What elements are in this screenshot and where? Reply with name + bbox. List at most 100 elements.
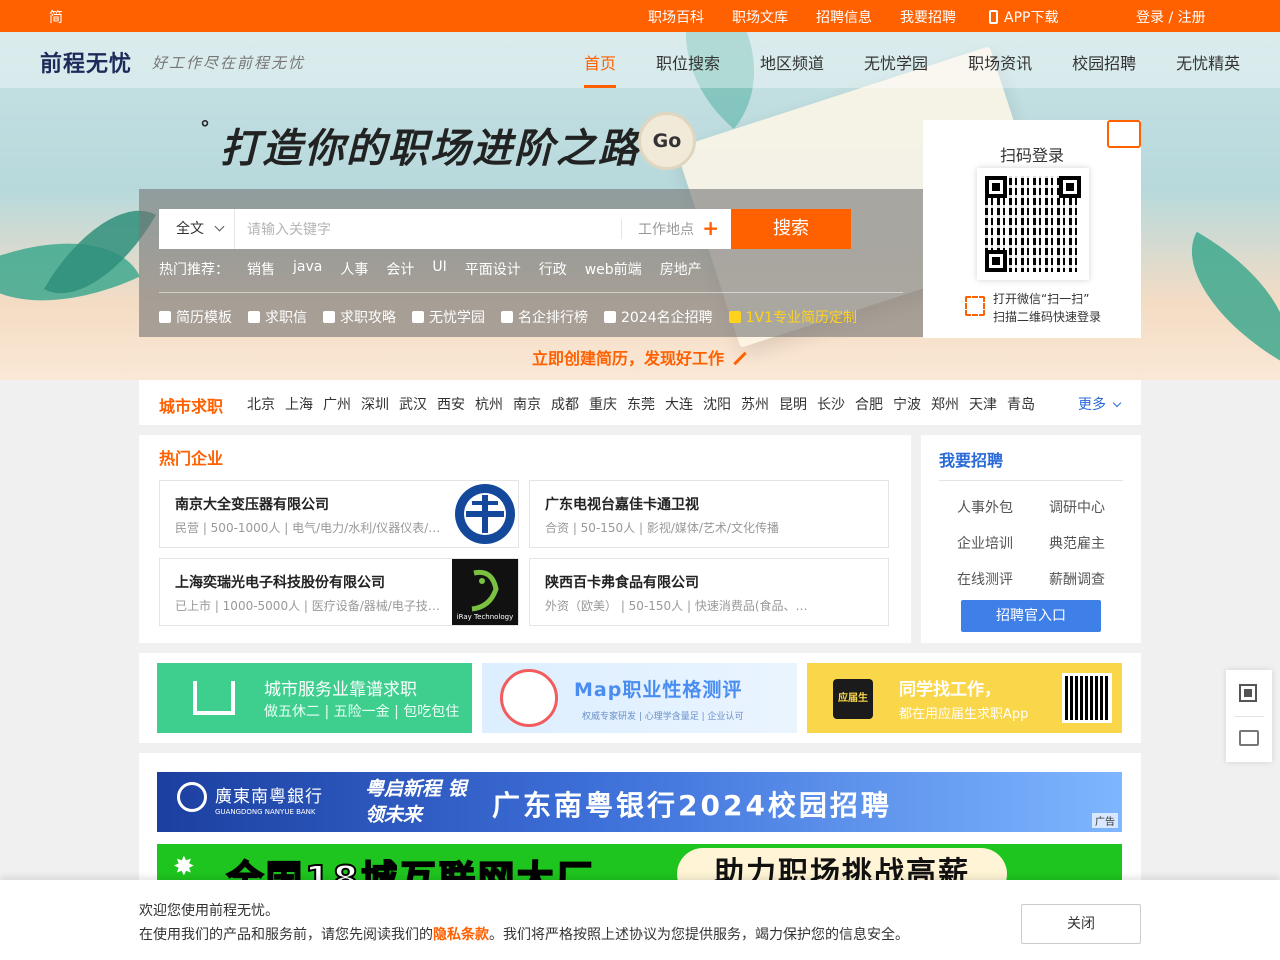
quick-link-resume-custom[interactable]: 1V1专业简历定制 [728, 307, 857, 327]
city-link[interactable]: 广州 [323, 394, 351, 414]
qr-code-icon[interactable] [1239, 684, 1257, 702]
quick-link-ranking[interactable]: 名企排行榜 [501, 307, 588, 327]
company-name: 上海奕瑞光电子科技股份有限公司 [175, 575, 385, 591]
ad-personality-test[interactable]: Map职业性格测评 权威专家研发 | 心理学含量足 | 企业认可 [482, 663, 797, 733]
company-card[interactable]: 南京大全变压器有限公司 民营 | 500-1000人 | 电气/电力/水利/仪器… [159, 480, 519, 548]
hot-companies-section: 热门企业 南京大全变压器有限公司 民营 | 500-1000人 | 电气/电力/… [139, 435, 911, 643]
city-link[interactable]: 重庆 [589, 394, 617, 414]
close-privacy-button[interactable]: 关闭 [1021, 904, 1141, 944]
ad-tag: 广告 [1092, 813, 1118, 828]
recruit-link[interactable]: 企业培训 [957, 533, 1049, 553]
book-icon [323, 311, 335, 323]
recruiter-entry-button[interactable]: 招聘官入口 [961, 600, 1101, 632]
scan-icon [965, 296, 985, 316]
quick-link-cover-letter[interactable]: 求职信 [248, 307, 307, 327]
chat-icon[interactable] [1239, 730, 1259, 746]
graduate-app-logo: 应届生 [833, 679, 873, 719]
top-links: 职场百科 职场文库 招聘信息 我要招聘 [648, 7, 984, 27]
quick-link-job-guide[interactable]: 求职攻略 [323, 307, 396, 327]
recruit-link[interactable]: 调研中心 [1049, 497, 1117, 517]
city-link[interactable]: 合肥 [855, 394, 883, 414]
city-link[interactable]: 昆明 [779, 394, 807, 414]
hot-keyword[interactable]: 房地产 [660, 259, 702, 279]
hot-keyword[interactable]: 平面设计 [465, 259, 521, 279]
building-icon [193, 681, 235, 715]
search-button[interactable]: 搜索 [731, 209, 851, 249]
city-link[interactable]: 天津 [969, 394, 997, 414]
city-link[interactable]: 宁波 [893, 394, 921, 414]
ad-subtitle: 权威专家研发 | 心理学含量足 | 企业认可 [582, 712, 744, 722]
go-button[interactable]: Go [638, 112, 696, 170]
ad-service-jobs[interactable]: 城市服务业靠谱求职 做五休二 | 五险一金 | 包吃包住 [157, 663, 472, 733]
city-link[interactable]: 郑州 [931, 394, 959, 414]
company-card[interactable]: 广东电视台嘉佳卡通卫视 合资 | 50-150人 | 影视/媒体/艺术/文化传播 [529, 480, 889, 548]
city-link[interactable]: 西安 [437, 394, 465, 414]
city-link[interactable]: 大连 [665, 394, 693, 414]
city-link[interactable]: 长沙 [817, 394, 845, 414]
recruit-link[interactable]: 典范雇主 [1049, 533, 1117, 553]
logo-text: 前程无忧 [40, 52, 133, 77]
bank-campus-banner[interactable]: 廣東南粵銀行 GUANGDONG NANYUE BANK 粤启新程 银领未来 广… [157, 772, 1122, 832]
nav-job-search[interactable]: 职位搜索 [656, 50, 720, 74]
ad-graduate-app[interactable]: 应届生 同学找工作， 都在用应届生求职App [807, 663, 1122, 733]
nav-regions[interactable]: 地区频道 [760, 50, 824, 74]
nav-news[interactable]: 职场资讯 [968, 50, 1032, 74]
city-link[interactable]: 青岛 [1007, 394, 1035, 414]
city-link[interactable]: 成都 [551, 394, 579, 414]
city-link[interactable]: 东莞 [627, 394, 655, 414]
company-name: 南京大全变压器有限公司 [175, 497, 329, 513]
ad-subtitle: 做五休二 | 五险一金 | 包吃包住 [264, 704, 460, 720]
hot-keyword[interactable]: 人事 [340, 259, 368, 279]
search-category-select[interactable]: 全文 [159, 209, 235, 249]
recruit-link[interactable]: 人事外包 [957, 497, 1049, 517]
main-nav: 首页 职位搜索 地区频道 无忧学园 职场资讯 校园招聘 无忧精英 [584, 50, 1280, 88]
nav-home[interactable]: 首页 [584, 50, 617, 88]
hot-keyword[interactable]: UI [432, 259, 446, 279]
company-logo: iRay Technology [452, 559, 518, 625]
top-link-wenku[interactable]: 职场文库 [732, 7, 788, 27]
city-link[interactable]: 武汉 [399, 394, 427, 414]
city-link[interactable]: 沈阳 [703, 394, 731, 414]
more-cities-button[interactable]: 更多 [1078, 394, 1122, 414]
city-link[interactable]: 南京 [513, 394, 541, 414]
top-link-recruit[interactable]: 我要招聘 [900, 7, 956, 27]
company-logo [455, 484, 515, 544]
hot-keyword[interactable]: java [293, 259, 322, 279]
city-link[interactable]: 北京 [247, 394, 275, 414]
city-link[interactable]: 上海 [285, 394, 313, 414]
hot-keyword[interactable]: 会计 [386, 259, 414, 279]
medal-icon [501, 311, 513, 323]
company-card[interactable]: 上海奕瑞光电子科技股份有限公司 已上市 | 1000-5000人 | 医疗设备/… [159, 558, 519, 626]
login-register-link[interactable]: 登录 / 注册 [1136, 7, 1206, 27]
nav-academy[interactable]: 无忧学园 [864, 50, 928, 74]
nav-elite[interactable]: 无忧精英 [1176, 50, 1240, 74]
city-link[interactable]: 杭州 [475, 394, 503, 414]
company-desc: 已上市 | 1000-5000人 | 医疗设备/器械/电子技术/半导体 [175, 599, 445, 613]
quick-link-2024-recruit[interactable]: 2024名企招聘 [604, 307, 713, 327]
company-card[interactable]: 陕西百卡弗食品有限公司 外资（欧美） | 50-150人 | 快速消费品(食品、… [529, 558, 889, 626]
app-download-link[interactable]: APP下载 [989, 7, 1058, 27]
city-link[interactable]: 深圳 [361, 394, 389, 414]
top-link-jobs-info[interactable]: 招聘信息 [816, 7, 872, 27]
nav-campus[interactable]: 校园招聘 [1072, 50, 1136, 74]
quick-link-academy[interactable]: 无忧学园 [412, 307, 485, 327]
hot-keywords: 热门推荐： 销售 java 人事 会计 UI 平面设计 行政 web前端 房地产 [159, 259, 720, 279]
top-link-baike[interactable]: 职场百科 [648, 7, 704, 27]
quick-link-resume-template[interactable]: 简历模板 [159, 307, 232, 327]
hot-keyword[interactable]: 行政 [539, 259, 567, 279]
recruit-link[interactable]: 在线测评 [957, 569, 1049, 589]
language-toggle[interactable]: 简 [49, 7, 63, 27]
bank-name: 廣東南粵銀行 [215, 787, 323, 807]
create-resume-cta[interactable]: 立即创建简历，发现好工作 [0, 338, 1280, 380]
city-link[interactable]: 苏州 [741, 394, 769, 414]
privacy-terms-link[interactable]: 隐私条款 [433, 927, 489, 943]
hot-keyword[interactable]: web前端 [585, 259, 642, 279]
city-jobs-label: 城市求职 [159, 397, 224, 416]
hero-headline: ° 打造你的职场进阶之路 [200, 116, 640, 172]
site-logo[interactable]: 前程无忧 [40, 46, 132, 78]
plus-icon: + [702, 216, 719, 240]
recruit-link[interactable]: 薪酬调查 [1049, 569, 1117, 589]
location-select[interactable]: 工作地点 + [621, 216, 731, 240]
hot-keyword[interactable]: 销售 [247, 259, 275, 279]
search-input[interactable] [235, 209, 621, 249]
